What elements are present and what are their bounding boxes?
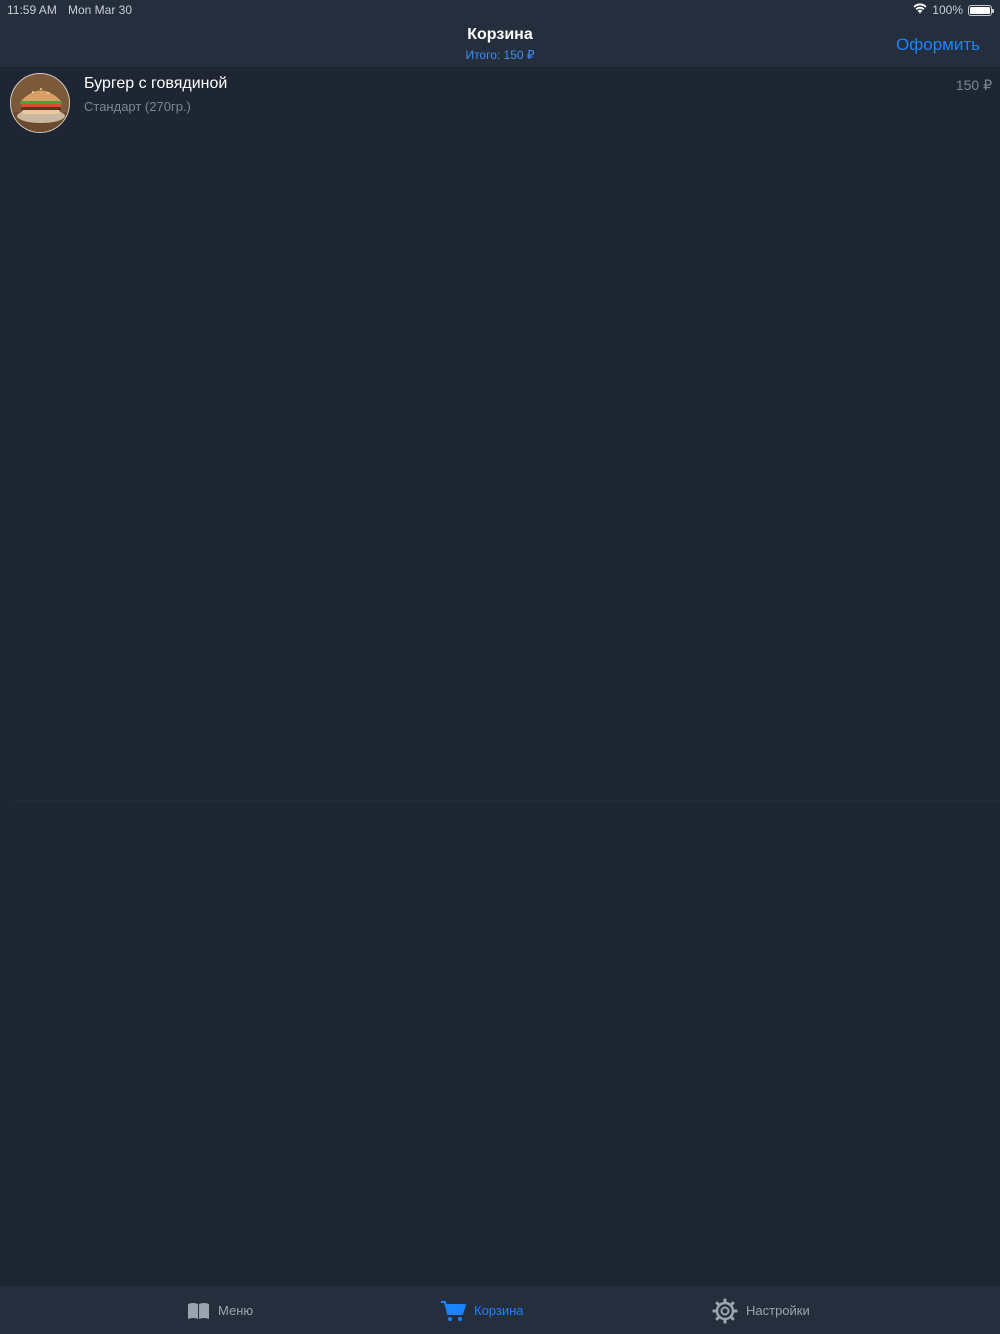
tab-settings[interactable]: Настройки	[712, 1286, 810, 1334]
status-indicators: 100%	[913, 3, 994, 17]
divider	[14, 800, 1000, 801]
status-time: 11:59 AM	[7, 3, 57, 17]
cart-total: Итого: 150 ₽	[465, 48, 535, 62]
cart-icon	[440, 1300, 466, 1322]
tab-menu-label: Меню	[218, 1303, 254, 1318]
battery-icon	[968, 4, 994, 16]
item-price: 150 ₽	[955, 77, 992, 93]
checkout-button[interactable]: Оформить	[896, 35, 980, 55]
tab-bar: Меню Корзина Настройки	[0, 1285, 1000, 1334]
tab-menu[interactable]: Меню	[187, 1286, 253, 1334]
tab-cart-label: Корзина	[474, 1303, 524, 1318]
item-name: Бургер с говядиной	[84, 75, 228, 92]
book-icon	[187, 1302, 210, 1320]
battery-percent: 100%	[932, 3, 963, 17]
wifi-icon	[913, 3, 927, 17]
gear-icon	[712, 1298, 738, 1324]
tab-settings-label: Настройки	[746, 1303, 810, 1318]
cart-screen: Корзина Итого: 150 ₽ Оформить 11:59 AM M…	[0, 0, 1000, 1334]
burger-photo	[10, 73, 70, 133]
status-bar: 11:59 AM Mon Mar 30 100%	[0, 0, 1000, 20]
cart-item-row[interactable]: Бургер с говядиной Стандарт (270гр.) 150…	[0, 68, 1000, 138]
tab-cart[interactable]: Корзина	[440, 1286, 524, 1334]
item-variant: Стандарт (270гр.)	[84, 99, 191, 114]
status-date: Mon Mar 30	[68, 3, 133, 17]
page-title: Корзина	[467, 26, 533, 43]
